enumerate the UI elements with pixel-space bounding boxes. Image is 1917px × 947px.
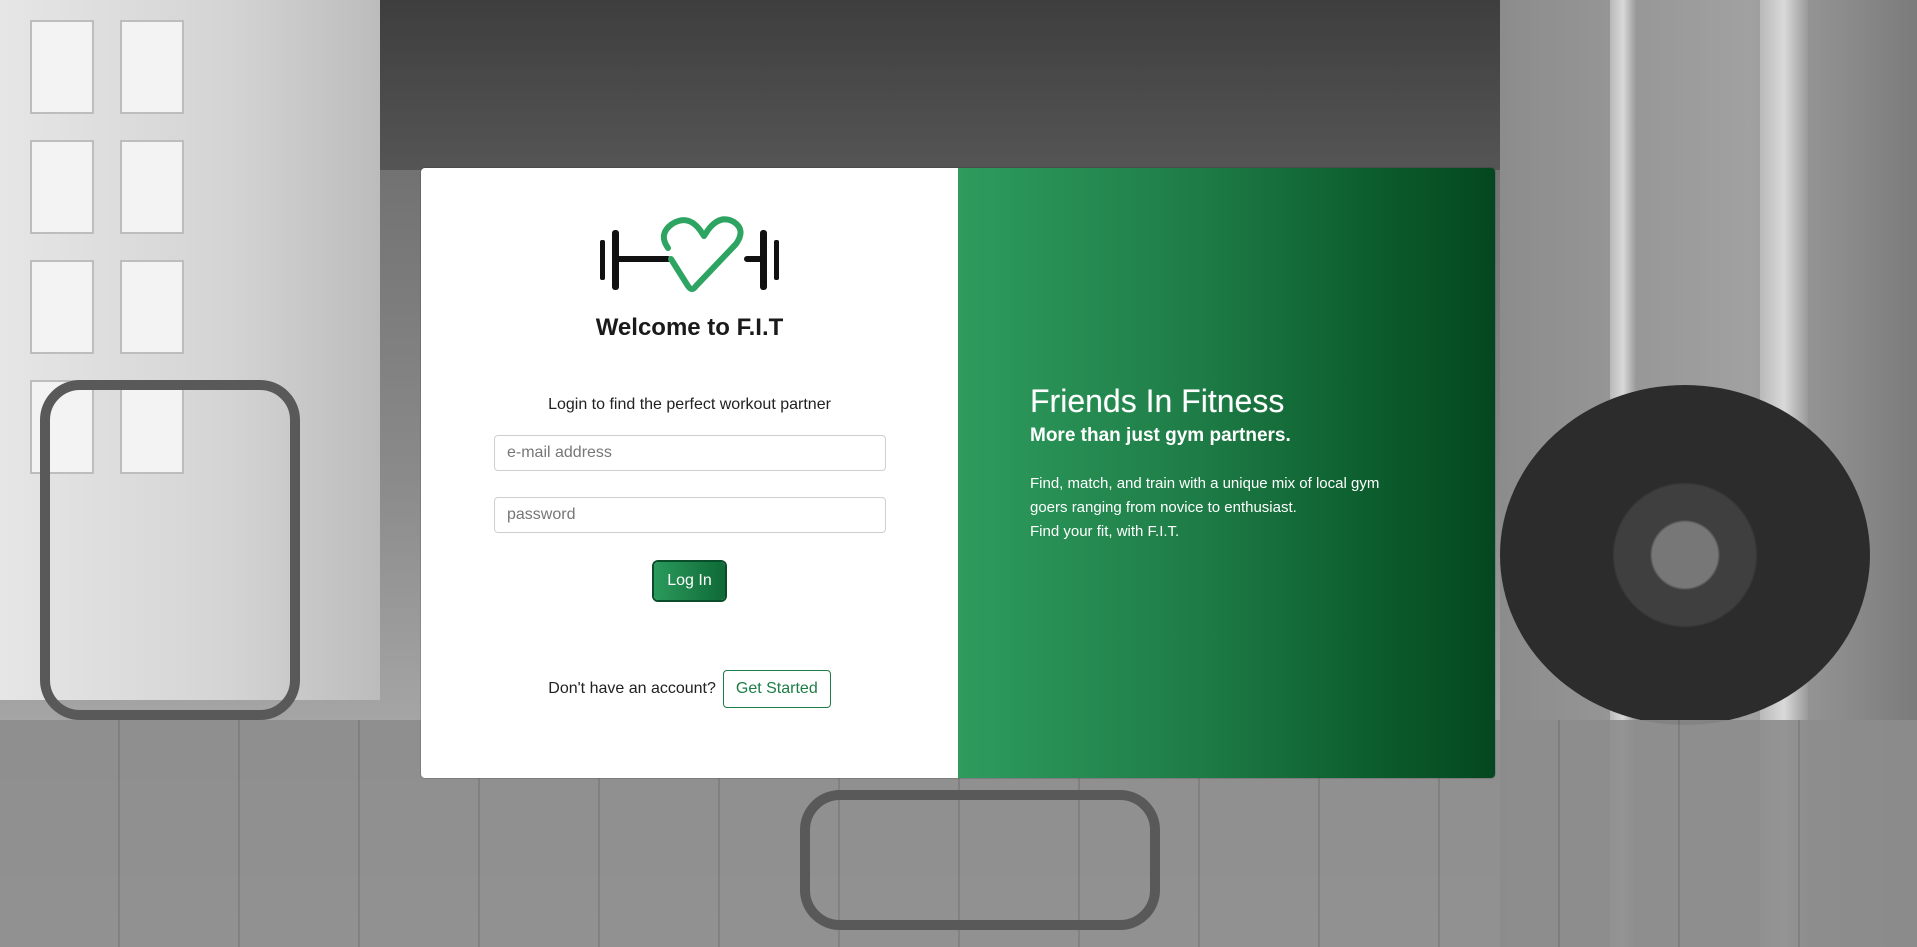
page-title: Welcome to F.I.T	[595, 314, 784, 341]
background-ceiling	[380, 0, 1620, 170]
brand-description-line: Find, match, and train with a unique mix…	[1030, 475, 1380, 492]
background-elliptical	[40, 380, 300, 720]
brand-title: Friends In Fitness	[1030, 383, 1285, 419]
email-field[interactable]	[494, 435, 886, 471]
brand-panel: Friends In Fitness More than just gym pa…	[958, 168, 1495, 778]
signup-prompt: Don't have an account?	[548, 680, 716, 697]
login-panel: Welcome to F.I.T Login to find the perfe…	[421, 168, 958, 778]
login-card: Welcome to F.I.T Login to find the perfe…	[421, 168, 1495, 778]
brand-description: Find, match, and train with a unique mix…	[1030, 472, 1430, 544]
login-button[interactable]: Log In	[654, 562, 725, 600]
password-field[interactable]	[494, 497, 886, 533]
background-weight-plate	[1500, 385, 1870, 725]
signup-row: Don't have an account? Get Started	[421, 670, 958, 708]
login-subtitle: Login to find the perfect workout partne…	[548, 396, 831, 413]
brand-description-line: goers ranging from novice to enthusiast.	[1030, 499, 1297, 516]
background-bench	[800, 790, 1160, 930]
brand-description-line: Find your fit, with F.I.T.	[1030, 523, 1180, 540]
get-started-button[interactable]: Get Started	[722, 670, 831, 708]
heart-barbell-logo-icon	[600, 216, 779, 292]
brand-tagline: More than just gym partners.	[1030, 425, 1291, 446]
